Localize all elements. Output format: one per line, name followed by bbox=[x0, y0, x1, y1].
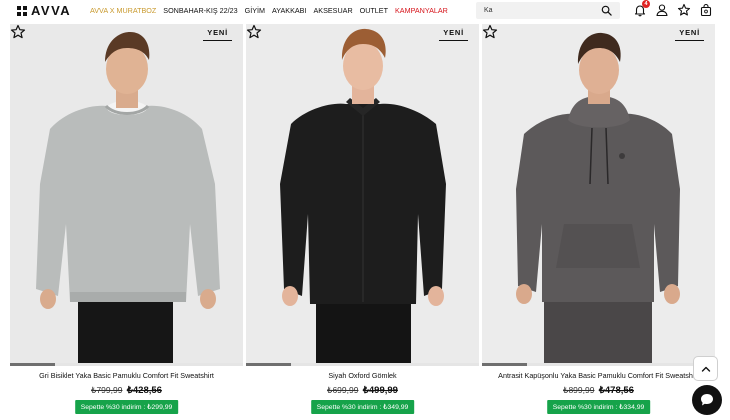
nav-item-giyim[interactable]: GİYİM bbox=[245, 6, 265, 16]
bag-icon[interactable] bbox=[699, 3, 713, 17]
header-icons: 4 bbox=[633, 0, 713, 17]
search-icon[interactable] bbox=[601, 5, 612, 16]
product-grid: YENİ Gri Bisiklet Yaka Basic Pamuklu Com… bbox=[10, 24, 716, 420]
current-price: ₺428,56 bbox=[126, 385, 162, 396]
carousel-dot[interactable] bbox=[340, 363, 385, 366]
product-image[interactable]: YENİ bbox=[246, 24, 479, 363]
user-icon[interactable] bbox=[655, 3, 669, 17]
star-icon[interactable] bbox=[677, 3, 691, 17]
carousel-dot-active[interactable] bbox=[246, 363, 291, 366]
product-prices: ₺799,99 ₺428,56 bbox=[10, 385, 243, 396]
site-header: AVVA AVVA X MURATBOZ SONBAHAR-KIŞ 22/23 … bbox=[0, 0, 730, 22]
logo-text: AVVA bbox=[31, 3, 72, 18]
carousel-dot[interactable] bbox=[623, 363, 668, 366]
new-badge: YENİ bbox=[675, 26, 704, 41]
logo-grid-icon bbox=[17, 6, 27, 16]
product-image[interactable]: YENİ bbox=[482, 24, 715, 363]
favorite-star-icon[interactable] bbox=[482, 24, 498, 40]
cart-discount-badge: Sepette %30 indirim : ₺349,99 bbox=[310, 400, 415, 414]
nav-item-avva-x-muratboz[interactable]: AVVA X MURATBOZ bbox=[90, 6, 156, 16]
old-price: ₺899,99 bbox=[563, 385, 595, 395]
product-card[interactable]: YENİ Siyah Oxford Gömlek ₺699,99 ₺499,99… bbox=[246, 24, 479, 420]
new-badge: YENİ bbox=[439, 26, 468, 41]
search-input[interactable] bbox=[484, 5, 594, 16]
notification-badge: 4 bbox=[642, 0, 650, 8]
cart-discount-badge: Sepette %30 indirim : ₺334,99 bbox=[546, 400, 651, 414]
image-carousel-indicator bbox=[10, 363, 243, 366]
image-carousel-indicator bbox=[482, 363, 715, 366]
carousel-dot-active[interactable] bbox=[10, 363, 55, 366]
product-card[interactable]: YENİ Antrasit Kapüşonlu Yaka Basic Pamuk… bbox=[482, 24, 715, 420]
favorite-star-icon[interactable] bbox=[246, 24, 262, 40]
carousel-dot[interactable] bbox=[576, 363, 621, 366]
nav-item-aksesuar[interactable]: AKSESUAR bbox=[313, 6, 352, 16]
carousel-dot[interactable] bbox=[151, 363, 196, 366]
carousel-dot[interactable] bbox=[198, 363, 243, 366]
old-price: ₺799,99 bbox=[91, 385, 123, 395]
favorite-star-icon[interactable] bbox=[10, 24, 26, 40]
current-price: ₺478,56 bbox=[598, 385, 634, 396]
product-prices: ₺899,99 ₺478,56 bbox=[482, 385, 715, 396]
image-carousel-indicator bbox=[246, 363, 479, 366]
logo[interactable]: AVVA bbox=[17, 3, 72, 18]
current-price: ₺499,99 bbox=[362, 385, 398, 396]
product-name[interactable]: Siyah Oxford Gömlek bbox=[246, 371, 479, 380]
product-prices: ₺699,99 ₺499,99 bbox=[246, 385, 479, 396]
chat-button[interactable] bbox=[692, 385, 722, 415]
product-image[interactable]: YENİ bbox=[10, 24, 243, 363]
new-badge: YENİ bbox=[203, 26, 232, 41]
scroll-to-top-button[interactable] bbox=[693, 356, 718, 381]
nav-item-outlet[interactable]: OUTLET bbox=[360, 6, 388, 16]
search-box bbox=[476, 2, 620, 19]
nav-item-sonbahar-kis[interactable]: SONBAHAR-KIŞ 22/23 bbox=[163, 6, 237, 16]
carousel-dot[interactable] bbox=[529, 363, 574, 366]
old-price: ₺699,99 bbox=[327, 385, 359, 395]
carousel-dot[interactable] bbox=[104, 363, 149, 366]
carousel-dot[interactable] bbox=[293, 363, 338, 366]
cart-discount-badge: Sepette %30 indirim : ₺299,99 bbox=[74, 400, 179, 414]
bell-icon[interactable]: 4 bbox=[633, 0, 650, 17]
chat-icon bbox=[701, 394, 713, 406]
nav-item-kampanyalar[interactable]: KAMPANYALAR bbox=[395, 6, 448, 16]
product-card[interactable]: YENİ Gri Bisiklet Yaka Basic Pamuklu Com… bbox=[10, 24, 243, 420]
nav-item-ayakkabi[interactable]: AYAKKABI bbox=[272, 6, 307, 16]
product-name[interactable]: Antrasit Kapüşonlu Yaka Basic Pamuklu Co… bbox=[482, 371, 715, 380]
product-name[interactable]: Gri Bisiklet Yaka Basic Pamuklu Comfort … bbox=[10, 371, 243, 380]
carousel-dot-active[interactable] bbox=[482, 363, 527, 366]
carousel-dot[interactable] bbox=[434, 363, 479, 366]
carousel-dot[interactable] bbox=[387, 363, 432, 366]
main-nav: AVVA X MURATBOZ SONBAHAR-KIŞ 22/23 GİYİM… bbox=[90, 6, 448, 16]
chevron-up-icon bbox=[701, 366, 710, 372]
carousel-dot[interactable] bbox=[57, 363, 102, 366]
